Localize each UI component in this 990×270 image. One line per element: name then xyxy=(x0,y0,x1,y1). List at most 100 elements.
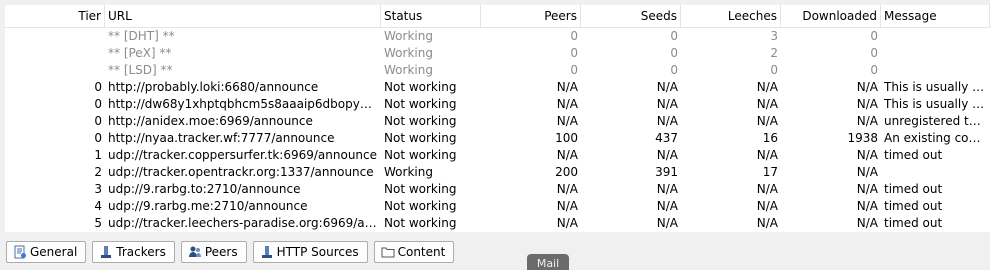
table-row[interactable]: 1 udp://tracker.coppersurfer.tk:6969/anno… xyxy=(5,147,990,164)
tab-peers[interactable]: Peers xyxy=(180,241,247,263)
cell-seeds: N/A xyxy=(656,216,678,230)
cell-url: http://dw68y1xhptqbhcm5s8aaaip6dbopykagi… xyxy=(108,97,381,111)
cell-leeches: 17 xyxy=(762,165,778,179)
cell-leeches: N/A xyxy=(756,182,778,196)
column-header-leeches[interactable]: Leeches xyxy=(681,5,781,28)
table-row[interactable]: ** [PeX] ** Working 0 0 2 0 xyxy=(5,45,990,62)
cell-leeches: 2 xyxy=(770,46,778,60)
cell-downloaded: N/A xyxy=(856,165,878,179)
cell-downloaded: N/A xyxy=(856,80,878,94)
cell-seeds: 0 xyxy=(670,29,678,43)
cell-peers: 0 xyxy=(570,29,578,43)
cell-leeches: 0 xyxy=(770,63,778,77)
cell-tier xyxy=(5,45,105,62)
cell-tier: 0 xyxy=(94,114,102,128)
tab-general[interactable]: General xyxy=(6,241,87,263)
cell-peers: N/A xyxy=(556,216,578,230)
trackers-table[interactable]: Tier URL Status Peers Seeds Leeches Down… xyxy=(5,5,990,232)
cell-downloaded: N/A xyxy=(856,199,878,213)
table-row[interactable]: 0 http://dw68y1xhptqbhcm5s8aaaip6dbopykag… xyxy=(5,96,990,113)
cell-seeds: N/A xyxy=(656,148,678,162)
cell-tier: 2 xyxy=(94,165,102,179)
http-sources-icon xyxy=(260,245,274,259)
table-row[interactable]: ** [LSD] ** Working 0 0 0 0 xyxy=(5,62,990,79)
cell-seeds: N/A xyxy=(656,114,678,128)
column-header-url[interactable]: URL xyxy=(105,5,381,28)
cell-status: Working xyxy=(384,29,433,43)
cell-url: ** [PeX] ** xyxy=(108,46,172,60)
cell-downloaded: N/A xyxy=(856,114,878,128)
cell-downloaded: 0 xyxy=(870,63,878,77)
table-row[interactable]: 0 http://probably.loki:6680/announce Not w… xyxy=(5,79,990,96)
cell-leeches: 16 xyxy=(762,131,778,145)
cell-status: Not working xyxy=(384,182,457,196)
cell-status: Not working xyxy=(384,148,457,162)
cell-url: http://probably.loki:6680/announce xyxy=(108,80,319,94)
cell-seeds: N/A xyxy=(656,97,678,111)
cell-tier: 0 xyxy=(94,80,102,94)
cell-message: timed out xyxy=(884,199,943,213)
cell-message: This is usually a ... xyxy=(884,80,990,94)
cell-seeds: N/A xyxy=(656,80,678,94)
trackers-icon xyxy=(99,245,113,259)
cell-peers: 200 xyxy=(555,165,578,179)
cell-tier: 0 xyxy=(94,131,102,145)
tab-label: General xyxy=(30,245,78,259)
cell-message xyxy=(881,62,990,79)
tab-label: Peers xyxy=(204,245,238,259)
table-row[interactable]: 0 http://nyaa.tracker.wf:7777/announce Not… xyxy=(5,130,990,147)
cell-status: Not working xyxy=(384,131,457,145)
column-header-message[interactable]: Message xyxy=(881,5,990,28)
table-body: ** [DHT] ** Working 0 0 3 0 ** [PeX] ** Working… xyxy=(5,28,990,232)
table-row[interactable]: 5 udp://tracker.leechers-paradise.org:696… xyxy=(5,215,990,232)
cell-peers: N/A xyxy=(556,97,578,111)
column-header-seeds[interactable]: Seeds xyxy=(581,5,681,28)
cell-peers: 0 xyxy=(570,63,578,77)
column-header-status[interactable]: Status xyxy=(381,5,481,28)
cell-seeds: 391 xyxy=(655,165,678,179)
cell-message xyxy=(881,28,990,45)
column-header-tier[interactable]: Tier xyxy=(5,5,105,28)
cell-message: timed out xyxy=(884,148,943,162)
cell-leeches: N/A xyxy=(756,80,778,94)
cell-peers: N/A xyxy=(556,80,578,94)
cell-peers: 0 xyxy=(570,46,578,60)
table-row[interactable]: 4 udp://9.rarbg.me:2710/announce Not worki… xyxy=(5,198,990,215)
cell-status: Not working xyxy=(384,199,457,213)
cell-peers: 100 xyxy=(555,131,578,145)
cell-peers: N/A xyxy=(556,182,578,196)
tab-http-sources[interactable]: HTTP Sources xyxy=(252,241,368,263)
cell-seeds: 0 xyxy=(670,46,678,60)
cell-leeches: N/A xyxy=(756,97,778,111)
cell-url: udp://tracker.opentrackr.org:1337/announ… xyxy=(108,165,374,179)
cell-leeches: 3 xyxy=(770,29,778,43)
cell-downloaded: N/A xyxy=(856,182,878,196)
cell-url: http://nyaa.tracker.wf:7777/announce xyxy=(108,131,335,145)
table-row[interactable]: 0 http://anidex.moe:6969/announce Not work… xyxy=(5,113,990,130)
cell-seeds: 437 xyxy=(655,131,678,145)
cell-tier xyxy=(5,28,105,45)
tab-label: Content xyxy=(397,245,446,259)
cell-tier: 1 xyxy=(94,148,102,162)
cell-message: timed out xyxy=(884,182,943,196)
table-row[interactable]: 3 udp://9.rarbg.to:2710/announce Not worki… xyxy=(5,181,990,198)
cell-url: ** [DHT] ** xyxy=(108,29,175,43)
cell-seeds: 0 xyxy=(670,63,678,77)
tab-trackers[interactable]: Trackers xyxy=(92,241,175,263)
cell-message: unregistered tor... xyxy=(884,114,990,128)
tab-content[interactable]: Content xyxy=(373,241,455,263)
cell-message xyxy=(881,164,990,181)
cell-tier: 3 xyxy=(94,182,102,196)
column-header-downloaded[interactable]: Downloaded xyxy=(781,5,881,28)
cell-status: Not working xyxy=(384,97,457,111)
cell-url: udp://9.rarbg.to:2710/announce xyxy=(108,182,301,196)
peers-icon xyxy=(188,245,202,259)
cell-status: Working xyxy=(384,46,433,60)
table-row[interactable]: 2 udp://tracker.opentrackr.org:1337/annou… xyxy=(5,164,990,181)
column-header-peers[interactable]: Peers xyxy=(481,5,581,28)
tab-label: Trackers xyxy=(116,245,166,259)
table-row[interactable]: ** [DHT] ** Working 0 0 3 0 xyxy=(5,28,990,45)
cell-leeches: N/A xyxy=(756,148,778,162)
cell-downloaded: N/A xyxy=(856,148,878,162)
cell-tier xyxy=(5,62,105,79)
